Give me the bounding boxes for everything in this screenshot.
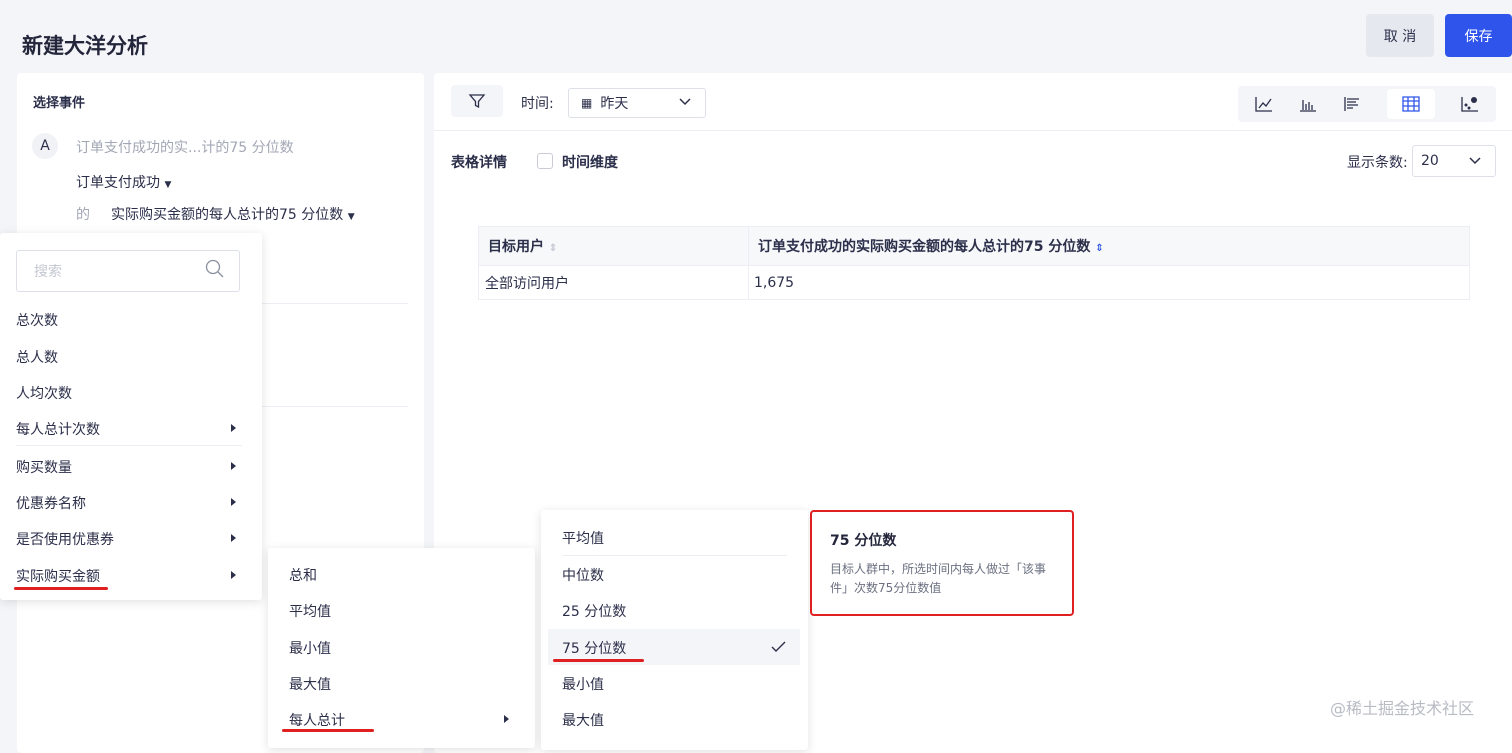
table-section-title: 表格详情: [451, 155, 507, 171]
menu-item[interactable]: 最小值: [562, 674, 604, 694]
table-cell: 全部访问用户: [478, 265, 749, 300]
time-label: 时间:: [521, 96, 554, 112]
menu-item[interactable]: 25 分位数: [562, 601, 626, 621]
statistic-menu: 平均值 中位数 25 分位数 75 分位数 最小值 最大值: [541, 510, 808, 750]
section-title: 选择事件: [33, 96, 86, 111]
menu-item[interactable]: 优惠券名称: [16, 493, 86, 513]
menu-item[interactable]: 实际购买金额: [16, 566, 100, 586]
menu-item[interactable]: 中位数: [562, 565, 604, 585]
table-view-button[interactable]: [1387, 89, 1435, 119]
tooltip: 75 分位数 目标人群中，所选时间内每人做过「该事件」次数75分位数值: [810, 510, 1074, 616]
divider: [562, 555, 787, 556]
time-select[interactable]: ▦ 昨天: [568, 88, 706, 118]
page-title: 新建大洋分析: [22, 34, 148, 58]
table-icon: [1402, 96, 1420, 112]
chart-type-group: [1238, 86, 1496, 122]
filter-button[interactable]: [451, 85, 503, 117]
sort-icon: ⇕: [1095, 243, 1104, 254]
menu-item[interactable]: 最大值: [289, 674, 331, 694]
submenu-arrow-icon: [231, 534, 236, 542]
menu-item[interactable]: 最小值: [289, 638, 331, 658]
caret-down-icon: ▼: [164, 180, 172, 190]
search-placeholder: 搜索: [34, 264, 62, 280]
highlight-underline: [14, 587, 108, 590]
menu-item[interactable]: 总和: [289, 565, 317, 585]
menu-item[interactable]: 最大值: [562, 710, 604, 730]
divider: [262, 406, 408, 407]
metric-label: 实际购买金额的每人总计的75 分位数: [111, 207, 344, 223]
chevron-down-icon: [679, 95, 691, 111]
of-label: 的: [76, 207, 90, 223]
chevron-down-icon: [1469, 154, 1481, 170]
filter-icon: [468, 94, 486, 109]
menu-item[interactable]: 每人总计次数: [16, 419, 100, 439]
data-table: 目标用户 ⇕ 订单支付成功的实际购买金额的每人总计的75 分位数 ⇕ 全部访问用…: [478, 226, 1470, 300]
sort-icon: ⇕: [548, 243, 558, 254]
divider: [262, 303, 408, 304]
submenu-arrow-icon: [231, 498, 236, 506]
event-select[interactable]: 订单支付成功 ▼: [76, 172, 171, 192]
divider: [434, 130, 1512, 131]
metric-menu: 搜索 总次数 总人数 人均次数 每人总计次数 购买数量 优惠券名称 是否使用优惠…: [0, 233, 262, 600]
cancel-button[interactable]: 取 消: [1366, 14, 1434, 57]
rows-value: 20: [1421, 153, 1439, 169]
menu-item[interactable]: 平均值: [289, 601, 331, 621]
submenu-arrow-icon: [504, 715, 509, 723]
time-dimension-checkbox[interactable]: [537, 153, 553, 169]
menu-item[interactable]: 总人数: [16, 347, 58, 367]
search-input[interactable]: 搜索: [16, 250, 240, 292]
rows-label: 显示条数:: [1347, 155, 1408, 171]
aggregation-menu: 总和 平均值 最小值 最大值 每人总计: [268, 548, 535, 748]
event-badge: A: [32, 133, 58, 159]
column-header[interactable]: 目标用户 ⇕: [478, 226, 749, 266]
submenu-arrow-icon: [231, 424, 236, 432]
event-label: 订单支付成功: [76, 175, 160, 191]
horizontal-bar-icon[interactable]: [1343, 96, 1361, 112]
submenu-arrow-icon: [231, 571, 236, 579]
tooltip-description: 目标人群中，所选时间内每人做过「该事件」次数75分位数值: [830, 562, 1047, 595]
menu-item[interactable]: 是否使用优惠券: [16, 529, 114, 549]
event-name-input[interactable]: 订单支付成功的实...计的75 分位数: [76, 137, 294, 157]
save-button[interactable]: 保存: [1445, 14, 1512, 57]
menu-item[interactable]: 每人总计: [289, 710, 345, 730]
divider: [16, 445, 242, 446]
time-value: 昨天: [600, 96, 629, 112]
bar-chart-icon[interactable]: [1299, 96, 1317, 112]
highlight-underline: [282, 729, 374, 732]
table-cell: 1,675: [748, 265, 1470, 300]
watermark: @稀土掘金技术社区: [1330, 699, 1475, 718]
menu-item[interactable]: 75 分位数: [562, 638, 626, 658]
column-header[interactable]: 订单支付成功的实际购买金额的每人总计的75 分位数 ⇕: [748, 226, 1470, 266]
highlight-underline: [553, 659, 644, 662]
metric-select[interactable]: 实际购买金额的每人总计的75 分位数 ▼: [111, 204, 355, 224]
table-row: 全部访问用户 1,675: [478, 265, 1470, 300]
menu-item[interactable]: 平均值: [562, 528, 604, 548]
search-icon: [205, 259, 224, 278]
submenu-arrow-icon: [231, 462, 236, 470]
line-chart-icon[interactable]: [1255, 96, 1273, 112]
menu-item[interactable]: 购买数量: [16, 457, 72, 477]
check-icon: [771, 641, 786, 652]
caret-down-icon: ▼: [347, 212, 355, 222]
calendar-icon: ▦: [581, 96, 593, 110]
rows-select[interactable]: 20: [1412, 145, 1496, 177]
menu-item[interactable]: 总次数: [16, 310, 58, 330]
time-dimension-label: 时间维度: [562, 155, 618, 171]
menu-item[interactable]: 人均次数: [16, 383, 72, 403]
scatter-chart-icon[interactable]: [1461, 96, 1479, 112]
tooltip-title: 75 分位数: [830, 533, 897, 549]
